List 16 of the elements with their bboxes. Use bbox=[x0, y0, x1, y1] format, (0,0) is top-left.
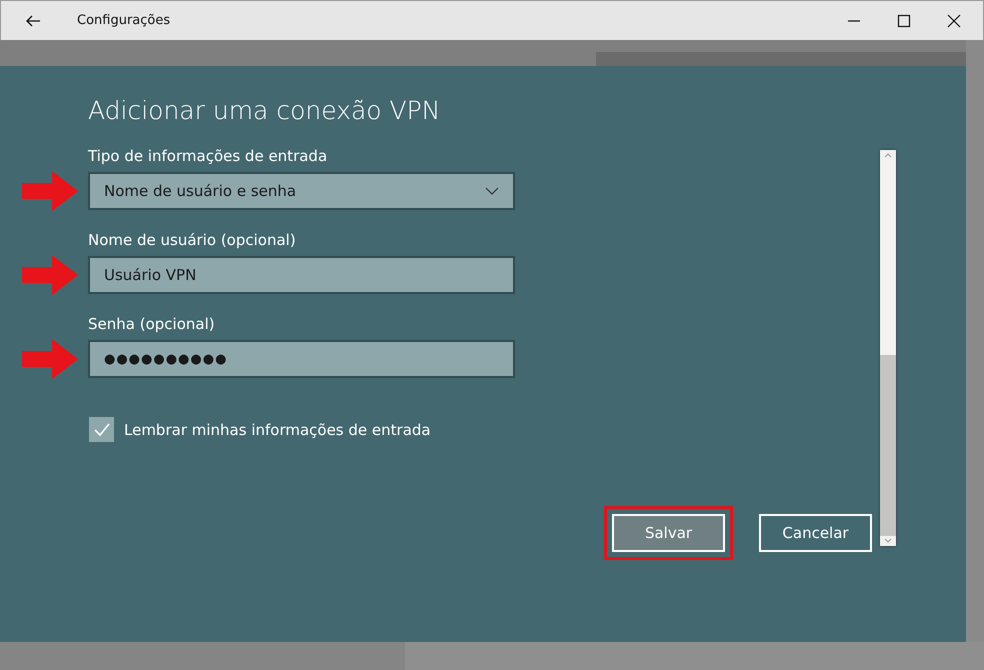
maximize-icon[interactable] bbox=[897, 14, 911, 28]
password-field[interactable]: ●●●●●●●●●● bbox=[88, 340, 515, 378]
dropdown[interactable]: Nome de usuário e senha bbox=[88, 172, 515, 210]
checkbox[interactable] bbox=[89, 417, 114, 442]
cancel-button[interactable]: Cancelar bbox=[759, 514, 872, 552]
field-label: Nome de usuário (opcional) bbox=[88, 231, 297, 249]
chevron-down-icon bbox=[485, 187, 499, 195]
close-icon[interactable] bbox=[947, 14, 961, 28]
dialog-title: Adicionar uma conexão VPN bbox=[88, 96, 442, 125]
field-label: Senha (opcional) bbox=[88, 315, 216, 333]
back-icon[interactable] bbox=[25, 12, 41, 28]
window-title: Configurações bbox=[77, 13, 170, 28]
checkbox-label: Lembrar minhas informações de entrada bbox=[124, 420, 431, 438]
save-button[interactable]: Salvar bbox=[612, 514, 725, 552]
field-label: Tipo de informações de entrada bbox=[88, 147, 328, 165]
input-field[interactable]: Usuário VPN bbox=[88, 256, 515, 294]
